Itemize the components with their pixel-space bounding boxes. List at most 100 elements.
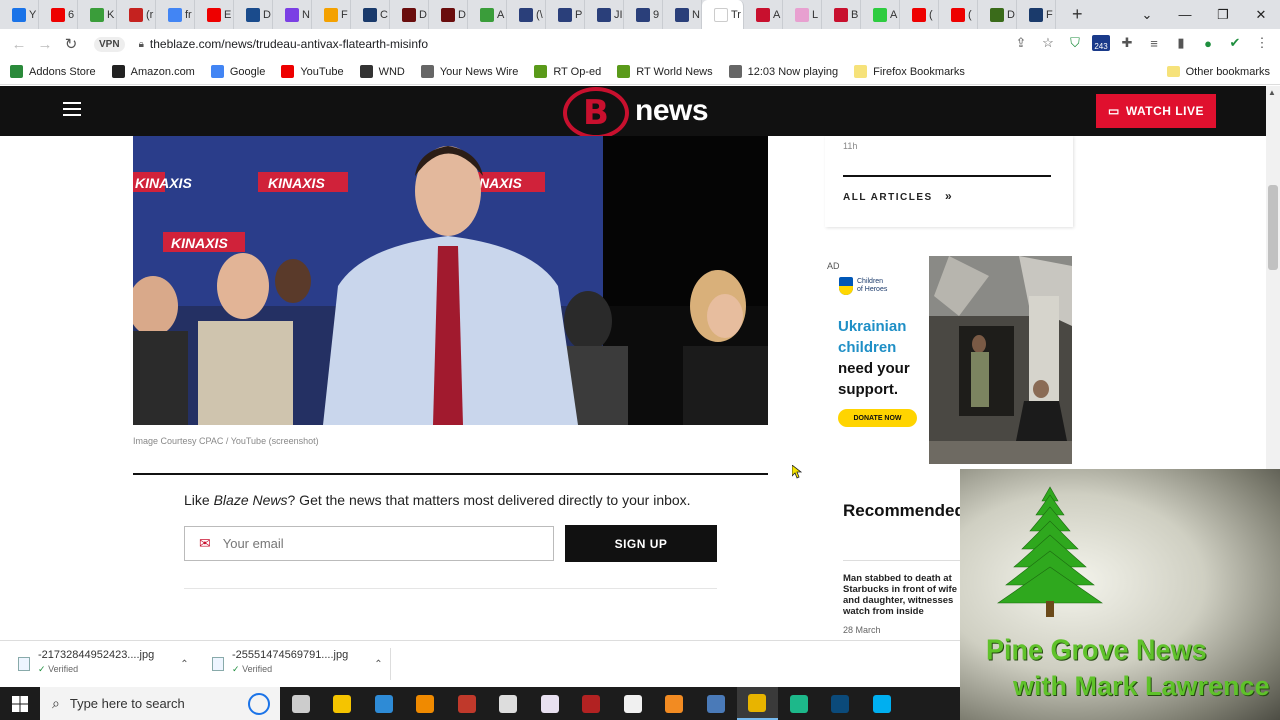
browser-tab[interactable]: fr bbox=[156, 0, 195, 29]
download-filename: -21732844952423....jpg bbox=[38, 649, 155, 661]
browser-tab[interactable]: L bbox=[783, 0, 822, 29]
close-window-button[interactable]: ✕ bbox=[1242, 7, 1280, 23]
side-panel-icon[interactable]: ▮ bbox=[1171, 33, 1191, 53]
taskbar-skype-icon[interactable] bbox=[861, 687, 903, 720]
extension-badge-icon[interactable]: 243 bbox=[1092, 35, 1110, 51]
bookmark-item[interactable]: YouTube bbox=[281, 65, 344, 78]
sign-up-button[interactable]: SIGN UP bbox=[565, 525, 717, 562]
download-item[interactable]: -21732844952423....jpg ✓ Verified ⌃ bbox=[18, 649, 189, 675]
browser-tab[interactable]: Y bbox=[0, 0, 39, 29]
scrollbar-thumb[interactable] bbox=[1268, 185, 1278, 270]
image-file-icon bbox=[212, 657, 224, 671]
email-field[interactable]: ✉ Your email bbox=[184, 526, 554, 561]
new-tab-button[interactable]: + bbox=[1072, 4, 1083, 25]
browser-tab[interactable]: 9 bbox=[624, 0, 663, 29]
taskbar-app-grid-icon[interactable] bbox=[529, 687, 571, 720]
chevron-up-icon[interactable]: ⌃ bbox=[180, 659, 188, 675]
browser-tab[interactable]: F bbox=[1017, 0, 1056, 29]
lock-icon[interactable]: 🔒︎ bbox=[139, 39, 144, 50]
restore-button[interactable]: ❐ bbox=[1204, 7, 1242, 23]
browser-tab[interactable]: K bbox=[78, 0, 117, 29]
browser-tab[interactable]: 6 bbox=[39, 0, 78, 29]
browser-tab[interactable]: F bbox=[312, 0, 351, 29]
hamburger-menu-icon[interactable] bbox=[63, 102, 81, 116]
bookmark-star-icon[interactable]: ☆ bbox=[1038, 33, 1058, 53]
taskbar-task-view-icon[interactable] bbox=[280, 687, 322, 720]
bing-icon[interactable] bbox=[248, 692, 270, 715]
browser-tab[interactable]: ( bbox=[900, 0, 939, 29]
taskbar-chrome-icon[interactable] bbox=[736, 687, 778, 720]
browser-tab[interactable]: P bbox=[546, 0, 585, 29]
taskbar-file-explorer-icon[interactable] bbox=[322, 687, 364, 720]
browser-tab[interactable]: D bbox=[978, 0, 1017, 29]
forward-button[interactable]: → bbox=[32, 36, 58, 53]
all-articles-link[interactable]: ALL ARTICLES » bbox=[843, 189, 953, 203]
taskbar-k-app-icon[interactable] bbox=[695, 687, 737, 720]
browser-tab[interactable]: D bbox=[429, 0, 468, 29]
taskbar-settings-icon[interactable] bbox=[488, 687, 530, 720]
browser-tab[interactable]: N bbox=[273, 0, 312, 29]
recommended-article-link[interactable]: Man stabbed to death at Starbucks in fro… bbox=[843, 573, 960, 617]
bookmark-favicon-icon bbox=[728, 65, 742, 78]
vpn-badge[interactable]: VPN bbox=[94, 36, 125, 52]
browser-tab[interactable]: N bbox=[663, 0, 702, 29]
taskbar-search[interactable]: ⌕ Type here to search bbox=[40, 687, 280, 720]
browser-tab[interactable]: A bbox=[744, 0, 783, 29]
task-view-icon bbox=[291, 694, 310, 713]
browser-tab[interactable]: (r bbox=[117, 0, 156, 29]
image-credit: Image Courtesy CPAC / YouTube (screensho… bbox=[133, 436, 319, 446]
bookmark-item[interactable]: Firefox Bookmarks bbox=[854, 65, 965, 78]
browser-tab[interactable]: E bbox=[195, 0, 234, 29]
browser-tab[interactable]: D bbox=[390, 0, 429, 29]
chevron-up-icon[interactable]: ⌃ bbox=[374, 659, 382, 675]
start-button[interactable] bbox=[0, 687, 40, 720]
donate-now-button[interactable]: DONATE NOW bbox=[838, 409, 917, 427]
taskbar-paint-icon[interactable] bbox=[363, 687, 405, 720]
share-icon[interactable]: ⇪ bbox=[1011, 33, 1031, 53]
browser-tab[interactable]: D bbox=[234, 0, 273, 29]
bookmark-item[interactable]: Addons Store bbox=[10, 65, 96, 78]
other-bookmarks-folder[interactable]: Other bookmarks bbox=[1166, 66, 1270, 78]
watch-live-button[interactable]: ▭ WATCH LIVE bbox=[1096, 94, 1216, 128]
browser-tab[interactable]: A bbox=[861, 0, 900, 29]
taskbar-video-app-icon[interactable] bbox=[820, 687, 862, 720]
address-bar[interactable]: VPN 🔒︎ theblaze.com/news/trudeau-antivax… bbox=[94, 32, 428, 56]
shield-extension-icon[interactable]: ⛉ bbox=[1065, 33, 1085, 53]
profile-icon[interactable]: ● bbox=[1198, 33, 1218, 53]
downloads-bar: -21732844952423....jpg ✓ Verified ⌃ -255… bbox=[0, 640, 960, 687]
browser-tab[interactable]: JI bbox=[585, 0, 624, 29]
taskbar-orange-app-icon[interactable] bbox=[654, 687, 696, 720]
bookmark-item[interactable]: 12:03 Now playing bbox=[728, 65, 838, 78]
bookmark-item[interactable]: Amazon.com bbox=[111, 65, 195, 78]
scroll-up-arrow-icon[interactable]: ▲ bbox=[1268, 88, 1276, 97]
taskbar-paint-net-icon[interactable] bbox=[446, 687, 488, 720]
blaze-news-logo[interactable]: B news bbox=[563, 86, 709, 139]
bookmark-item[interactable]: RT World News bbox=[617, 65, 713, 78]
browser-tab[interactable]: C bbox=[351, 0, 390, 29]
tab-search-icon[interactable]: ⌄ bbox=[1128, 7, 1166, 23]
taskbar-vlc-icon[interactable] bbox=[405, 687, 447, 720]
taskbar-notepad-icon[interactable] bbox=[612, 687, 654, 720]
back-button[interactable]: ← bbox=[6, 36, 32, 53]
bookmark-item[interactable]: Your News Wire bbox=[420, 65, 518, 78]
minimize-button[interactable]: — bbox=[1166, 7, 1204, 22]
reading-list-icon[interactable]: ≡ bbox=[1144, 33, 1164, 53]
browser-tab[interactable]: ( bbox=[939, 0, 978, 29]
bookmark-item[interactable]: WND bbox=[359, 65, 405, 78]
url-text[interactable]: theblaze.com/news/trudeau-antivax-flatea… bbox=[150, 37, 428, 51]
bookmark-item[interactable]: Google bbox=[210, 65, 265, 78]
section-divider bbox=[133, 473, 768, 475]
bookmark-item[interactable]: RT Op-ed bbox=[534, 65, 601, 78]
browser-tab[interactable]: Tr✕ bbox=[702, 0, 744, 29]
download-item[interactable]: -25551474569791....jpg ✓ Verified ⌃ bbox=[212, 649, 383, 675]
taskbar-green-app-icon[interactable] bbox=[778, 687, 820, 720]
reload-button[interactable]: ↻ bbox=[58, 35, 84, 53]
browser-tab[interactable]: (\ bbox=[507, 0, 546, 29]
extensions-puzzle-icon[interactable]: ✚ bbox=[1117, 33, 1137, 53]
ukraine-charity-ad[interactable]: Children of Heroes Ukrainian children nee… bbox=[828, 256, 1072, 464]
browser-tab[interactable]: A bbox=[468, 0, 507, 29]
security-check-icon[interactable]: ✔ bbox=[1225, 33, 1245, 53]
browser-tab[interactable]: B bbox=[822, 0, 861, 29]
menu-kebab-icon[interactable]: ⋮ bbox=[1252, 33, 1272, 53]
taskbar-bug-tool-icon[interactable] bbox=[571, 687, 613, 720]
